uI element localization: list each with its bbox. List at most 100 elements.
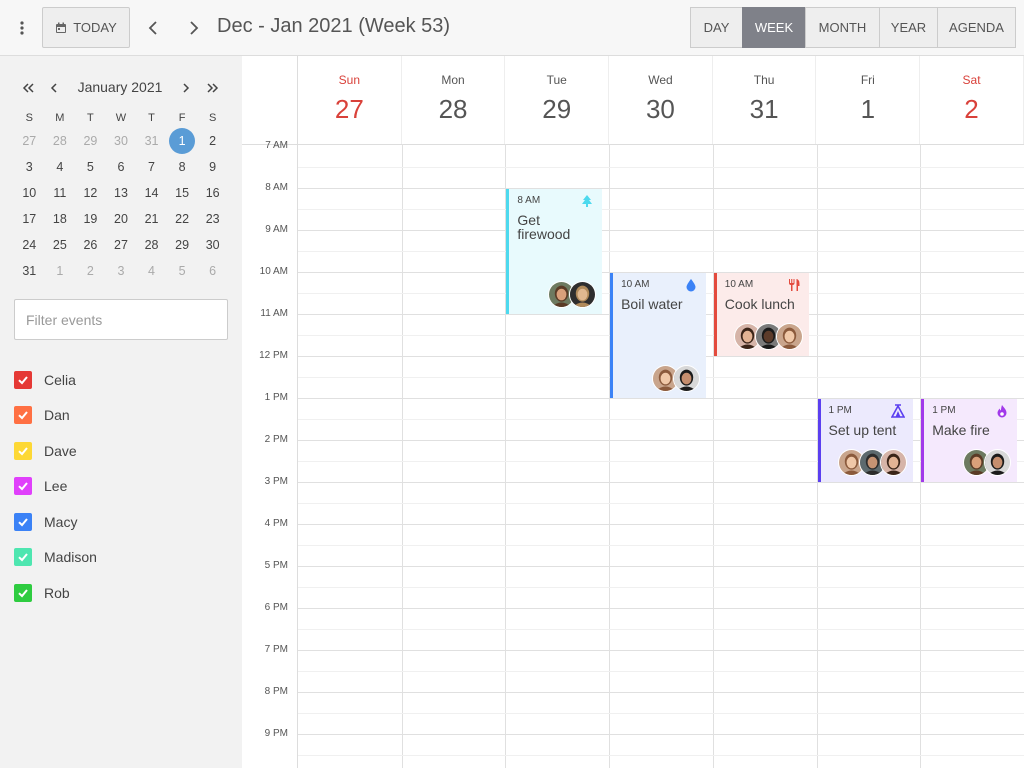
event-make-fire[interactable]: 1 PM Make fire bbox=[921, 399, 1017, 482]
event-get-firewood[interactable]: 8 AM Get firewood bbox=[506, 189, 603, 314]
checkbox-icon[interactable] bbox=[14, 406, 32, 425]
mini-calendar-day[interactable]: 28 bbox=[136, 232, 167, 258]
hour-gridline bbox=[298, 608, 1024, 609]
mini-calendar-day[interactable]: 14 bbox=[136, 180, 167, 206]
mini-calendar-day[interactable]: 5 bbox=[75, 154, 106, 180]
mini-calendar-week: 3 4 5 6 7 8 9 bbox=[14, 154, 228, 180]
mini-calendar-day[interactable]: 17 bbox=[14, 206, 45, 232]
day-header-sat[interactable]: Sat 2 bbox=[920, 56, 1024, 144]
day-header-fri[interactable]: Fri 1 bbox=[817, 56, 921, 144]
mini-calendar-day[interactable]: 29 bbox=[75, 128, 106, 154]
half-hour-gridline bbox=[298, 251, 1024, 252]
mini-calendar-day[interactable]: 3 bbox=[14, 154, 45, 180]
checkbox-icon[interactable] bbox=[14, 370, 32, 389]
event-attendees bbox=[962, 449, 1011, 476]
day-header-date: 30 bbox=[645, 94, 675, 124]
hour-label: 11 AM bbox=[260, 308, 288, 319]
view-week-button[interactable]: WEEK bbox=[742, 7, 806, 48]
prev-year-icon[interactable] bbox=[18, 76, 38, 100]
next-week-button[interactable] bbox=[182, 14, 206, 42]
mini-calendar-day-selected[interactable]: 1 bbox=[167, 128, 198, 154]
mini-calendar-day[interactable]: 11 bbox=[45, 180, 76, 206]
checkbox-icon[interactable] bbox=[14, 441, 32, 460]
mini-calendar-day[interactable]: 15 bbox=[167, 180, 198, 206]
person-filter-celia[interactable]: Celia bbox=[14, 362, 97, 398]
more-menu-icon[interactable] bbox=[10, 14, 34, 42]
mini-calendar-day[interactable]: 13 bbox=[106, 180, 137, 206]
mini-calendar-day[interactable]: 27 bbox=[106, 232, 137, 258]
person-name: Dan bbox=[44, 407, 70, 424]
view-year-button[interactable]: YEAR bbox=[879, 7, 938, 48]
day-header-sun[interactable]: Sun 27 bbox=[298, 56, 402, 144]
mini-calendar-day[interactable]: 19 bbox=[75, 206, 106, 232]
mini-calendar-day[interactable]: 26 bbox=[75, 232, 106, 258]
hour-gridline bbox=[298, 692, 1024, 693]
person-name: Rob bbox=[44, 584, 70, 601]
mini-calendar-day[interactable]: 4 bbox=[136, 258, 167, 284]
person-filter-madison[interactable]: Madison bbox=[14, 540, 97, 576]
mini-calendar-day[interactable]: 3 bbox=[106, 258, 137, 284]
mini-calendar-day[interactable]: 27 bbox=[14, 128, 45, 154]
mini-calendar-day[interactable]: 30 bbox=[106, 128, 137, 154]
mini-calendar-day[interactable]: 31 bbox=[136, 128, 167, 154]
mini-calendar-day[interactable]: 8 bbox=[167, 154, 198, 180]
mini-calendar-day[interactable]: 2 bbox=[197, 128, 228, 154]
view-month-button[interactable]: MONTH bbox=[805, 7, 880, 48]
mini-calendar-day[interactable]: 21 bbox=[136, 206, 167, 232]
person-filter-dave[interactable]: Dave bbox=[14, 433, 97, 469]
checkbox-icon[interactable] bbox=[14, 512, 32, 531]
day-header-wed[interactable]: Wed 30 bbox=[609, 56, 713, 144]
mini-calendar-day[interactable]: 2 bbox=[75, 258, 106, 284]
mini-calendar-day[interactable]: 24 bbox=[14, 232, 45, 258]
mini-calendar-day[interactable]: 16 bbox=[197, 180, 228, 206]
mini-calendar-day[interactable]: 4 bbox=[45, 154, 76, 180]
event-set-up-tent[interactable]: 1 PM Set up tent bbox=[817, 399, 914, 482]
checkbox-icon[interactable] bbox=[14, 477, 32, 496]
hour-gridline bbox=[298, 566, 1024, 567]
mini-calendar-day[interactable]: 5 bbox=[167, 258, 198, 284]
mini-calendar-day[interactable]: 31 bbox=[14, 258, 45, 284]
person-filter-dan[interactable]: Dan bbox=[14, 398, 97, 434]
today-label: TODAY bbox=[73, 20, 117, 35]
mini-calendar-day[interactable]: 9 bbox=[197, 154, 228, 180]
checkbox-icon[interactable] bbox=[14, 548, 32, 567]
top-toolbar: TODAY Dec - Jan 2021 (Week 53) DAY WEEK … bbox=[0, 0, 1024, 56]
view-agenda-button[interactable]: AGENDA bbox=[937, 7, 1016, 48]
mini-calendar-week: 31 1 2 3 4 5 6 bbox=[14, 258, 228, 284]
mini-calendar-day-label: 14 bbox=[144, 186, 159, 200]
mini-calendar-day[interactable]: 6 bbox=[106, 154, 137, 180]
day-header-tue[interactable]: Tue 29 bbox=[505, 56, 610, 144]
day-header-thu[interactable]: Thu 31 bbox=[713, 56, 817, 144]
event-cook-lunch[interactable]: 10 AM Cook lunch bbox=[713, 273, 810, 356]
mini-calendar-day[interactable]: 10 bbox=[14, 180, 45, 206]
person-filter-macy[interactable]: Macy bbox=[14, 504, 97, 540]
next-month-icon[interactable] bbox=[176, 76, 196, 100]
mini-calendar-day[interactable]: 30 bbox=[197, 232, 228, 258]
day-header-mon[interactable]: Mon 28 bbox=[402, 56, 506, 144]
mini-calendar-day[interactable]: 29 bbox=[167, 232, 198, 258]
hour-gridline bbox=[298, 188, 1024, 189]
event-boil-water[interactable]: 10 AM Boil water bbox=[610, 273, 706, 398]
checkbox-icon[interactable] bbox=[14, 583, 32, 602]
mini-calendar-day[interactable]: 23 bbox=[197, 206, 228, 232]
mini-calendar-dow: T bbox=[87, 112, 94, 124]
mini-calendar-day[interactable]: 28 bbox=[45, 128, 76, 154]
mini-calendar-day[interactable]: 20 bbox=[106, 206, 137, 232]
prev-week-button[interactable] bbox=[141, 14, 165, 42]
mini-calendar-day[interactable]: 22 bbox=[167, 206, 198, 232]
mini-calendar-day-label: 10 bbox=[22, 186, 37, 200]
person-filter-lee[interactable]: Lee bbox=[14, 469, 97, 505]
mini-calendar-day[interactable]: 25 bbox=[45, 232, 76, 258]
today-button[interactable]: TODAY bbox=[42, 7, 130, 48]
mini-calendar-day[interactable]: 7 bbox=[136, 154, 167, 180]
view-day-button[interactable]: DAY bbox=[690, 7, 743, 48]
day-header-date: 31 bbox=[749, 94, 779, 124]
person-filter-rob[interactable]: Rob bbox=[14, 575, 97, 611]
view-switcher: DAY WEEK MONTH YEAR AGENDA bbox=[690, 7, 1016, 48]
mini-calendar-day[interactable]: 12 bbox=[75, 180, 106, 206]
mini-calendar-day[interactable]: 6 bbox=[197, 258, 228, 284]
filter-events-input[interactable] bbox=[14, 299, 228, 340]
next-year-icon[interactable] bbox=[203, 76, 223, 100]
mini-calendar-day[interactable]: 1 bbox=[45, 258, 76, 284]
mini-calendar-day[interactable]: 18 bbox=[45, 206, 76, 232]
